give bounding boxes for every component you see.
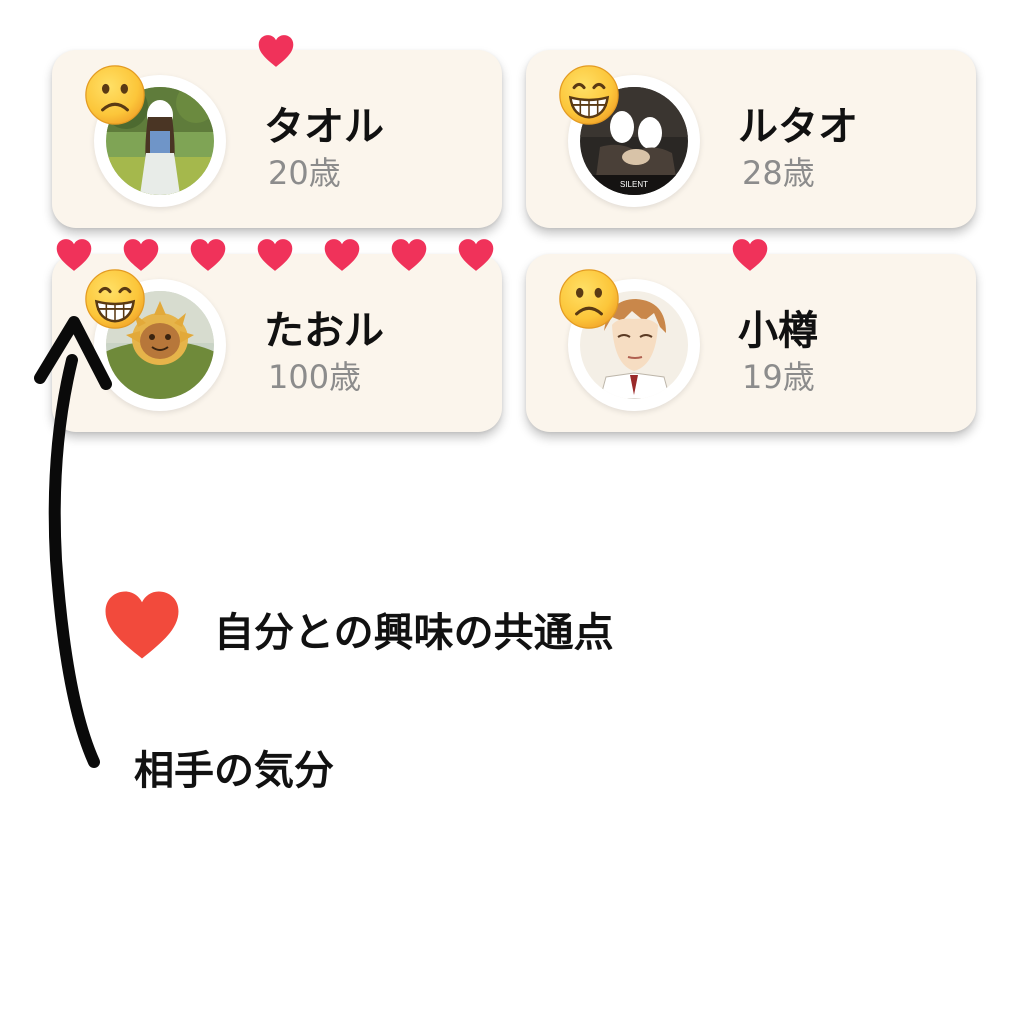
grinning-face-icon	[558, 64, 620, 126]
user-age: 100歳	[268, 358, 362, 396]
user-card-4[interactable]: 小樽 19歳	[526, 254, 976, 432]
heart-icon	[258, 34, 294, 68]
user-card-3[interactable]: たおル 100歳	[52, 254, 502, 432]
heart-icon	[104, 590, 180, 660]
heart-icon	[56, 238, 92, 272]
user-name: 小樽	[738, 308, 818, 354]
heart-icon	[391, 238, 427, 272]
user-card-2[interactable]: SILENT ルタオ 28歳	[526, 50, 976, 228]
heart-icon	[732, 238, 768, 272]
frowning-face-icon	[558, 268, 620, 330]
legend-mood-label: 相手の気分	[134, 748, 334, 794]
user-age: 19歳	[742, 358, 815, 396]
user-age: 20歳	[268, 154, 341, 192]
user-card-1[interactable]: タオル 20歳	[52, 50, 502, 228]
legend-heart-label: 自分との興味の共通点	[214, 610, 614, 656]
heart-icon	[324, 238, 360, 272]
user-name: ルタオ	[738, 104, 858, 150]
heart-icon	[190, 238, 226, 272]
user-name: たおル	[264, 308, 384, 354]
heart-icon	[458, 238, 494, 272]
heart-icon	[257, 238, 293, 272]
grinning-face-icon	[84, 268, 146, 330]
heart-icon	[123, 238, 159, 272]
user-name: タオル	[264, 104, 384, 150]
frowning-face-icon	[84, 64, 146, 126]
avatar-caption: SILENT	[620, 180, 648, 189]
user-age: 28歳	[742, 154, 815, 192]
